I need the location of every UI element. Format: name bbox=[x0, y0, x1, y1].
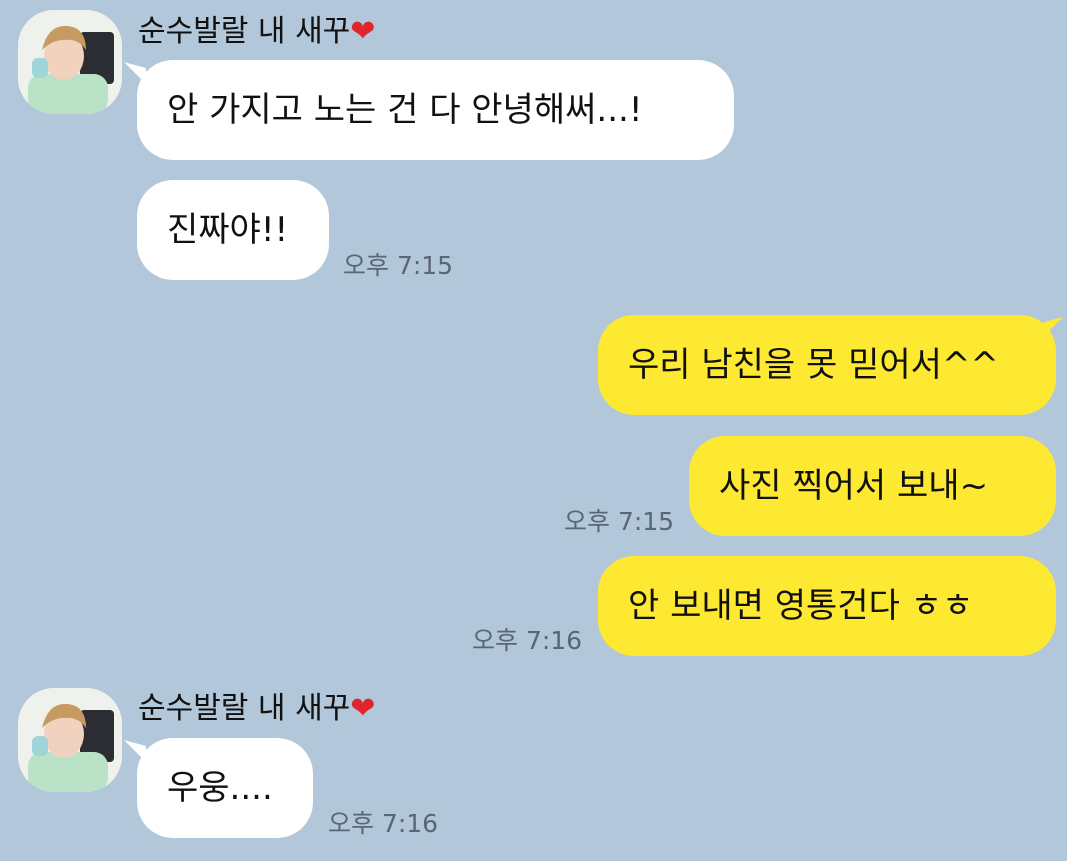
heart-icon: ❤ bbox=[350, 691, 376, 726]
message-bubble-outgoing[interactable]: 안 보내면 영통건다 ㅎㅎ bbox=[598, 556, 1056, 656]
message-bubble-incoming[interactable]: 진짜야!! bbox=[137, 180, 329, 280]
avatar-photo-icon bbox=[18, 688, 122, 792]
message-timestamp: 오후 7:16 bbox=[328, 809, 439, 838]
message-bubble-incoming[interactable]: 안 가지고 노는 건 다 안녕해써...! bbox=[137, 60, 734, 160]
message-timestamp: 오후 7:15 bbox=[564, 507, 675, 536]
sender-avatar[interactable] bbox=[18, 688, 122, 792]
message-text: 진짜야!! bbox=[167, 210, 289, 250]
sender-name: 순수발랄 내 새꾸❤ bbox=[138, 13, 375, 51]
avatar-photo-icon bbox=[18, 10, 122, 114]
sender-name: 순수발랄 내 새꾸❤ bbox=[138, 690, 375, 728]
message-bubble-incoming[interactable]: 우웅.... bbox=[137, 738, 313, 838]
sender-name-text: 순수발랄 내 새꾸 bbox=[138, 691, 351, 726]
sender-avatar[interactable] bbox=[18, 10, 122, 114]
message-text: 안 보내면 영통건다 ㅎㅎ bbox=[628, 586, 974, 626]
message-text: 안 가지고 노는 건 다 안녕해써...! bbox=[167, 90, 643, 130]
message-text: 우리 남친을 못 믿어서^^ bbox=[628, 345, 999, 385]
message-bubble-outgoing[interactable]: 사진 찍어서 보내~ bbox=[689, 436, 1056, 536]
message-text: 우웅.... bbox=[167, 768, 273, 808]
message-bubble-outgoing[interactable]: 우리 남친을 못 믿어서^^ bbox=[598, 315, 1056, 415]
message-text: 사진 찍어서 보내~ bbox=[719, 466, 989, 506]
heart-icon: ❤ bbox=[350, 14, 376, 49]
sender-name-text: 순수발랄 내 새꾸 bbox=[138, 14, 351, 49]
message-timestamp: 오후 7:15 bbox=[343, 251, 454, 280]
message-timestamp: 오후 7:16 bbox=[472, 626, 583, 655]
